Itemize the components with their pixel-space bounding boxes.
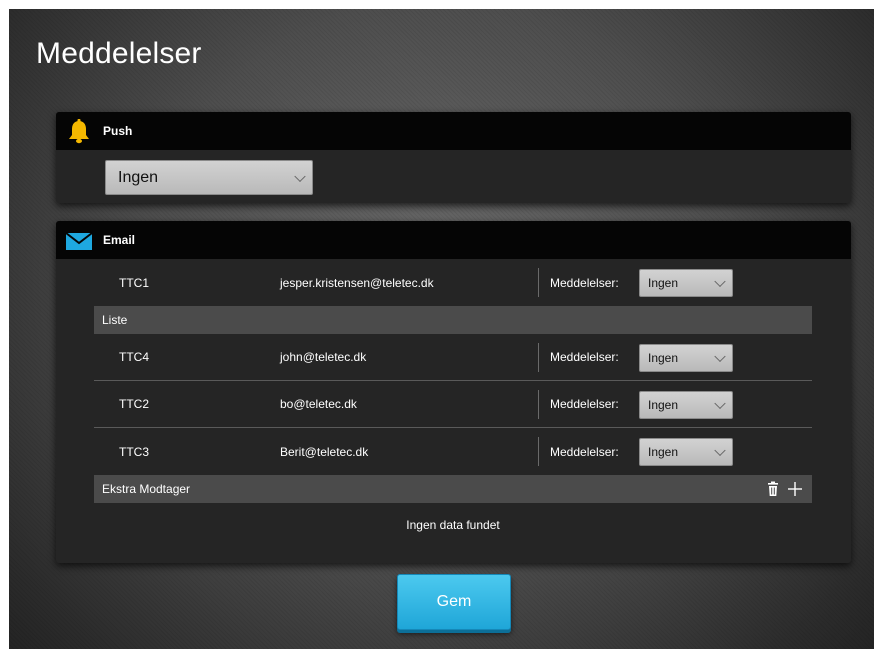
list-section-label: Liste [102,313,128,327]
chevron-down-icon [714,275,726,288]
notification-label: Meddelelser: [550,275,619,290]
plus-icon[interactable] [786,480,804,498]
notification-select-value: Ingen [648,398,679,412]
notification-select-value: Ingen [648,276,679,290]
extra-recipient-header: Ekstra Modtager [94,475,812,503]
divider [538,437,539,466]
bell-icon [69,119,89,144]
notification-select[interactable]: Ingen [639,269,733,297]
chevron-down-icon [714,350,726,363]
notification-label: Meddelelser: [550,350,619,364]
recipient-email: jesper.kristensen@teletec.dk [280,275,434,290]
push-panel-title: Push [103,124,133,138]
recipient-name: TTC3 [119,444,149,459]
push-select-value: Ingen [118,168,159,186]
divider [538,268,539,297]
push-panel-header: Push [56,112,851,150]
notification-label: Meddelelser: [550,397,619,411]
recipient-name: TTC4 [119,350,149,364]
push-notification-select[interactable]: Ingen [105,160,313,195]
page-title: Meddelelser [36,37,202,70]
recipient-name: TTC2 [119,397,149,411]
recipient-email: Berit@teletec.dk [280,444,369,459]
divider [538,390,539,419]
empty-state-message: Ingen data fundet [406,518,500,532]
notification-select[interactable]: Ingen [639,344,733,372]
email-panel: Email TTC1 jesper.kristensen@teletec.dk … [56,221,851,563]
recipient-email: bo@teletec.dk [280,397,357,411]
divider [538,343,539,372]
page-background: Meddelelser Push Ingen Email TTC1 jesper… [9,9,874,649]
email-panel-header: Email [56,221,851,259]
push-panel: Push Ingen [56,112,851,203]
chevron-down-icon [294,170,306,182]
trash-icon[interactable] [764,480,782,498]
notification-select-value: Ingen [648,351,679,365]
notification-select[interactable]: Ingen [639,391,733,419]
list-item: TTC4 john@teletec.dk Meddelelser: Ingen [94,334,812,381]
recipient-row-primary: TTC1 jesper.kristensen@teletec.dk Meddel… [94,259,812,306]
extra-recipient-label: Ekstra Modtager [102,482,191,496]
notification-label: Meddelelser: [550,444,619,459]
list-item: TTC3 Berit@teletec.dk Meddelelser: Ingen [94,428,812,475]
recipient-email: john@teletec.dk [280,350,367,364]
chevron-down-icon [714,397,726,410]
list-section-header: Liste [94,306,812,334]
chevron-down-icon [714,444,726,457]
notification-select[interactable]: Ingen [639,438,733,466]
list-item: TTC2 bo@teletec.dk Meddelelser: Ingen [94,381,812,428]
email-panel-title: Email [103,233,136,247]
save-button[interactable]: Gem [397,574,511,630]
envelope-icon [65,232,93,250]
notification-select-value: Ingen [648,445,679,459]
recipient-name: TTC1 [119,275,149,290]
